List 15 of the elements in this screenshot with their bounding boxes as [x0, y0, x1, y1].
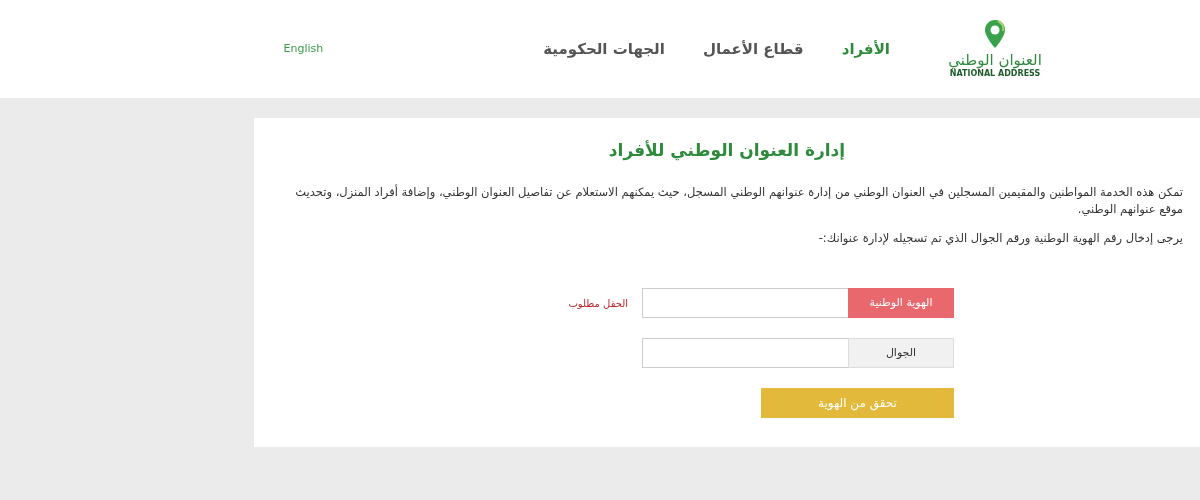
- instruction-text: يرجى إدخال رقم الهوية الوطنية ورقم الجوال الذي تم تسجيله لإدارة عنوانك:-: [817, 229, 1183, 247]
- input-field[interactable]: [642, 288, 848, 319]
- page-title: إدارة العنوان الوطني للأفراد: [607, 140, 847, 161]
- field-label: الجوال: [848, 338, 954, 369]
- logo-text: NATIONAL ADDRESS: [949, 68, 1041, 80]
- input-field[interactable]: [642, 338, 848, 369]
- nav-link[interactable]: الأفراد: [841, 37, 890, 61]
- field-label: الهوية الوطنية: [848, 288, 954, 319]
- error-message: الحقل مطلوب: [568, 296, 628, 311]
- logo-text: العنوان الوطني: [948, 52, 1042, 68]
- map-pin-icon: [984, 18, 1006, 49]
- nav-link[interactable]: الجهات الحكومية: [543, 37, 665, 61]
- nav-link[interactable]: قطاع الأعمال: [702, 37, 804, 61]
- language-link[interactable]: English: [283, 40, 324, 58]
- intro-text: تمكن هذه الخدمة المواطنين والمقيمين المسجلين في العنوان الوطني من إدارة عنوانهم الوطني المسجل، حيث يمكنهم الاستعلام عن تفاصيل العنوان الوطني، وإضافة أفراد المنزل، وتحديث موقع عنوانهم الوطني.: [294, 184, 1183, 218]
